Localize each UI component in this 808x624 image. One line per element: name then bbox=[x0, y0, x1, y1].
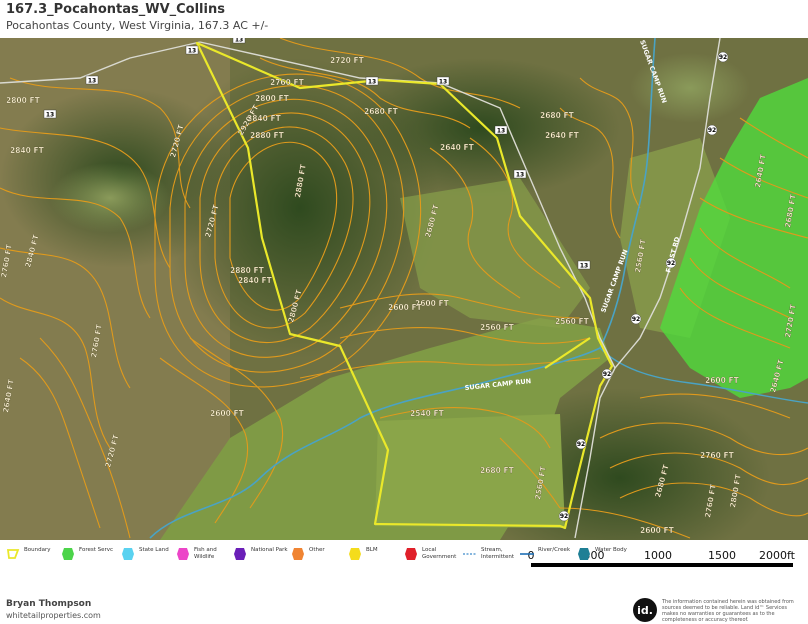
legend-label: National Park bbox=[251, 547, 288, 553]
boundary-icon bbox=[6, 549, 20, 559]
svg-text:92: 92 bbox=[577, 441, 585, 448]
national-park-icon bbox=[234, 548, 246, 560]
contour-label: 2840 FT bbox=[10, 146, 45, 155]
disclaimer-text: The information contained herein was obt… bbox=[662, 599, 794, 623]
svg-text:92: 92 bbox=[719, 54, 727, 61]
contour-label: 2560 FT bbox=[480, 323, 515, 332]
svg-text:13: 13 bbox=[368, 79, 376, 86]
legend-label: River/Creek bbox=[538, 547, 571, 553]
route-marker-92: 92 bbox=[630, 313, 642, 325]
legend-label: Other bbox=[309, 547, 325, 553]
legend-item-blm: BLM bbox=[348, 547, 378, 561]
legend-item-forest-service: Forest Servc bbox=[61, 547, 113, 561]
contour-label: 2840 FT bbox=[238, 276, 273, 285]
svg-text:13: 13 bbox=[235, 38, 243, 44]
legend-label: Boundary bbox=[24, 547, 51, 553]
svg-text:13: 13 bbox=[46, 112, 54, 119]
legend-item-boundary: Boundary bbox=[6, 547, 51, 561]
contour-label: 2680 FT bbox=[364, 107, 399, 116]
legend-item-state-land: State Land bbox=[121, 547, 169, 561]
land-id-logo: id. bbox=[633, 598, 657, 622]
svg-text:13: 13 bbox=[516, 172, 524, 179]
blm-icon bbox=[349, 548, 361, 560]
contour-label: 2720 FT bbox=[330, 56, 365, 65]
map-canvas[interactable]: 2800 FT 2840 FT 2880 FT 2920 FT 2760 FT … bbox=[0, 34, 808, 577]
route-marker-13: 13 bbox=[185, 45, 199, 55]
route-marker-92: 92 bbox=[575, 438, 587, 450]
legend-item-local-government: Local Government bbox=[404, 547, 457, 561]
svg-text:92: 92 bbox=[603, 371, 611, 378]
legend-label: Local Government bbox=[422, 547, 457, 560]
contour-label: 2600 FT bbox=[705, 376, 740, 385]
svg-text:92: 92 bbox=[708, 127, 716, 134]
svg-text:92: 92 bbox=[632, 316, 640, 323]
route-marker-13: 13 bbox=[513, 169, 527, 179]
contour-label: 2680 FT bbox=[480, 466, 515, 475]
contour-label: 2560 FT bbox=[555, 317, 590, 326]
water-body-icon bbox=[578, 548, 590, 560]
contour-label: 2680 FT bbox=[540, 111, 575, 120]
svg-text:13: 13 bbox=[497, 128, 505, 135]
contour-label: 2800 FT bbox=[6, 96, 41, 105]
route-marker-13: 13 bbox=[85, 75, 99, 85]
route-marker-92: 92 bbox=[665, 257, 677, 269]
svg-text:92: 92 bbox=[667, 260, 675, 267]
contour-label: 2640 FT bbox=[440, 143, 475, 152]
map-subtitle: Pocahontas County, West Virginia, 167.3 … bbox=[6, 19, 269, 32]
local-government-icon bbox=[405, 548, 417, 560]
svg-text:13: 13 bbox=[88, 78, 96, 85]
contour-label: 2600 FT bbox=[210, 409, 245, 418]
contour-label: 2540 FT bbox=[410, 409, 445, 418]
legend-label: Stream, Intermittent bbox=[481, 547, 515, 560]
forest-service-icon bbox=[62, 548, 74, 560]
svg-text:13: 13 bbox=[439, 79, 447, 86]
contour-label: 2600 FT bbox=[640, 526, 675, 535]
legend-item-water-body: Water Body bbox=[577, 547, 627, 561]
route-marker-13: 13 bbox=[365, 76, 379, 86]
legend-item-national-park: National Park bbox=[233, 547, 288, 561]
route-marker-13: 13 bbox=[577, 260, 591, 270]
contour-label: 2760 FT bbox=[700, 451, 735, 460]
route-marker-92: 92 bbox=[558, 510, 570, 522]
stream-intermittent-icon bbox=[463, 553, 477, 555]
legend-label: Fish and Wildlife bbox=[194, 547, 217, 560]
legend-item-fish-wildlife: Fish and Wildlife bbox=[176, 547, 222, 561]
legend-label: Forest Servc bbox=[79, 547, 114, 553]
route-marker-92: 92 bbox=[601, 368, 613, 380]
svg-text:92: 92 bbox=[560, 513, 568, 520]
river-creek-icon bbox=[520, 553, 534, 555]
route-marker-92: 92 bbox=[717, 51, 729, 63]
fish-wildlife-icon bbox=[177, 548, 189, 560]
route-marker-92: 92 bbox=[706, 124, 718, 136]
route-marker-13: 13 bbox=[43, 109, 57, 119]
legend-label: State Land bbox=[139, 547, 169, 553]
agent-name: Bryan Thompson bbox=[6, 599, 92, 609]
legend-item-river-creek: River/Creek bbox=[520, 547, 570, 561]
legend-item-other: Other bbox=[291, 547, 325, 561]
legend-item-stream-intermittent: Stream, Intermittent bbox=[463, 547, 515, 561]
state-land-icon bbox=[122, 548, 134, 560]
svg-text:13: 13 bbox=[188, 48, 196, 55]
legend-label: Water Body bbox=[595, 547, 627, 553]
route-marker-13: 13 bbox=[494, 125, 508, 135]
route-marker-13: 13 bbox=[232, 34, 246, 44]
svg-text:13: 13 bbox=[580, 263, 588, 270]
legend-label: BLM bbox=[366, 547, 378, 553]
contour-label: 2880 FT bbox=[250, 131, 285, 140]
map-legend: Boundary Forest Servc State Land Fish an… bbox=[0, 543, 808, 565]
map-title: 167.3_Pocahontas_WV_Collins bbox=[6, 2, 225, 17]
contour-label: 2640 FT bbox=[545, 131, 580, 140]
contour-label: 2600 FT bbox=[388, 303, 423, 312]
route-marker-13: 13 bbox=[436, 76, 450, 86]
contour-label: 2800 FT bbox=[255, 94, 290, 103]
map-header: 167.3_Pocahontas_WV_Collins Pocahontas C… bbox=[0, 0, 808, 38]
other-land-icon bbox=[292, 548, 304, 560]
contour-label: 2880 FT bbox=[230, 266, 265, 275]
contour-label: 2760 FT bbox=[270, 78, 305, 87]
agent-website[interactable]: whitetailproperties.com bbox=[6, 611, 101, 620]
